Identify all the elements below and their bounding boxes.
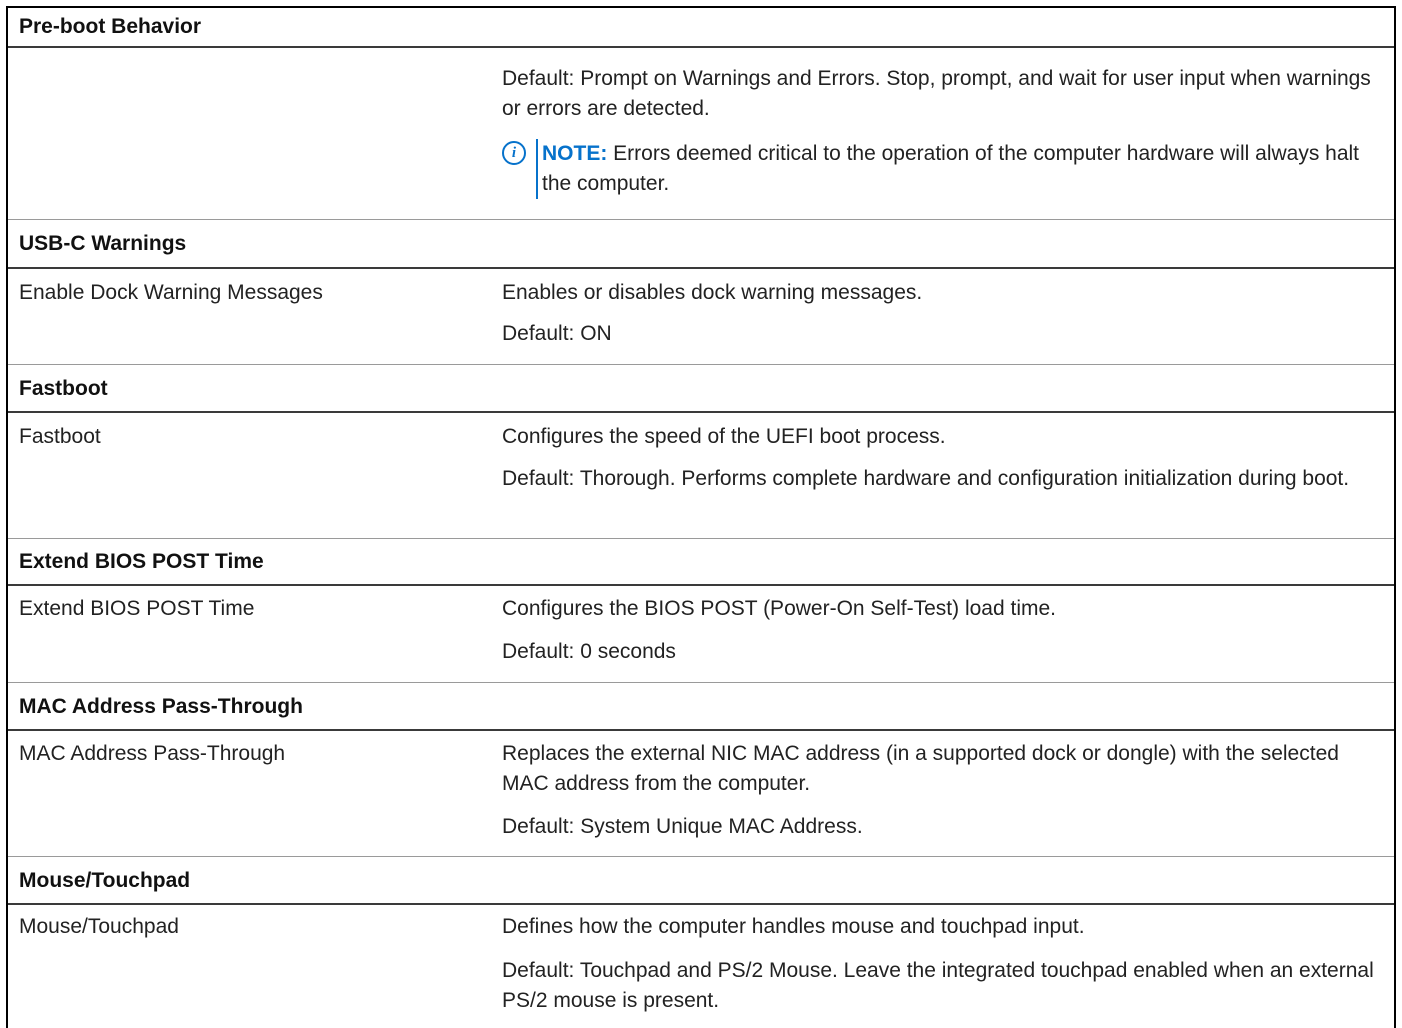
section-header-usb-c-warnings: USB-C Warnings [19,232,187,255]
bios-post-description: Configures the BIOS POST (Power-On Self-… [502,597,1056,620]
option-enable-dock-warning-messages: Enable Dock Warning Messages [19,281,323,304]
fastboot-default: Default: Thorough. Performs complete har… [502,467,1350,490]
info-icon: i [502,141,526,165]
pre-boot-default-text: Default: Prompt on Warnings and Errors. … [502,67,1371,120]
boot-configuration-table: Pre-boot Behavior Default: Prompt on War… [6,6,1396,1028]
section-header-pre-boot-behavior: Pre-boot Behavior [19,15,202,38]
option-fastboot: Fastboot [19,425,101,448]
note-content: NOTE: Errors deemed critical to the oper… [542,139,1387,199]
note-text: Errors deemed critical to the operation … [542,142,1360,195]
divider [8,729,1394,731]
note-box: i NOTE: Errors deemed critical to the op… [502,139,1387,199]
option-extend-bios-post-time: Extend BIOS POST Time [19,597,255,620]
option-mac-address-pass-through: MAC Address Pass-Through [19,742,286,765]
section-header-mouse-touchpad: Mouse/Touchpad [19,868,191,892]
note-accent-bar [536,139,538,199]
note-label: NOTE: [542,142,608,165]
section-header-fastboot: Fastboot [19,376,108,400]
mouse-default: Default: Touchpad and PS/2 Mouse. Leave … [502,959,1374,1012]
divider [8,411,1394,413]
usb-c-default: Default: ON [502,322,612,345]
mouse-description: Defines how the computer handles mouse a… [502,915,1085,938]
divider [8,903,1394,905]
mac-default: Default: System Unique MAC Address. [502,815,863,838]
fastboot-description: Configures the speed of the UEFI boot pr… [502,425,946,448]
divider [8,584,1394,586]
section-header-mac-address-pass-through: MAC Address Pass-Through [19,694,303,718]
section-header-extend-bios-post-time: Extend BIOS POST Time [19,550,264,573]
divider [8,267,1394,269]
bios-post-default: Default: 0 seconds [502,640,676,663]
mac-description: Replaces the external NIC MAC address (i… [502,742,1339,795]
option-mouse-touchpad: Mouse/Touchpad [19,915,179,938]
divider [8,46,1394,48]
usb-c-description: Enables or disables dock warning message… [502,281,923,304]
